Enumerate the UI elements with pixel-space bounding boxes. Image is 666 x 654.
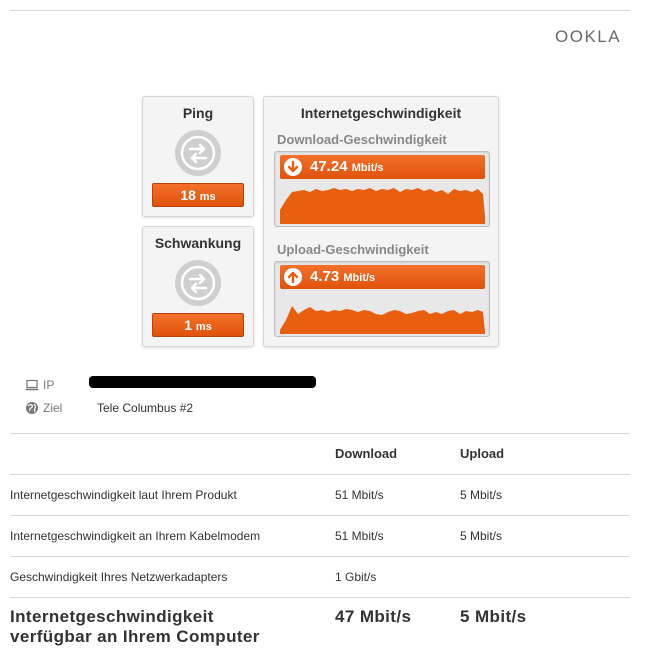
table-row-download: 51 Mbit/s [335, 488, 384, 502]
table-row-upload: 5 Mbit/s [460, 529, 503, 543]
summary-upload: 5 Mbit/s [460, 607, 527, 626]
upload-unit: Mbit/s [343, 272, 376, 284]
swap-arrows-icon [175, 260, 221, 306]
download-value: 47.24 [310, 158, 348, 175]
jitter-title: Schwankung [154, 235, 242, 251]
redacted-ip [89, 376, 316, 388]
summary-download: 47 Mbit/s [335, 607, 412, 626]
table-divider [10, 433, 630, 434]
ping-title: Ping [182, 105, 214, 121]
download-label: Download-Geschwindigkeit [277, 132, 447, 147]
download-arrow-icon [284, 158, 302, 176]
col-header-download: Download [335, 446, 398, 461]
table-row-label: Internetgeschwindigkeit laut Ihrem Produ… [10, 488, 237, 502]
summary-label-line1: Internetgeschwindigkeit [10, 607, 214, 626]
target-label: Ziel [43, 401, 63, 415]
upload-value: 4.73 [310, 268, 340, 285]
table-divider [10, 474, 630, 475]
ping-value-pill: 18 ms [152, 183, 244, 207]
table-row-download: 1 Gbit/s [335, 570, 377, 584]
laptop-icon [25, 379, 39, 391]
table-row-upload: 5 Mbit/s [460, 488, 503, 502]
globe-icon [25, 401, 39, 415]
ping-card: Ping 18 ms [142, 96, 254, 217]
target-value: Tele Columbus #2 [97, 401, 194, 415]
download-graph: 47.24 Mbit/s [274, 151, 490, 227]
jitter-value-pill: 1 ms [152, 313, 244, 337]
table-divider [10, 515, 630, 516]
upload-value-bar: 4.73 Mbit/s [280, 265, 485, 289]
ping-unit: ms [199, 191, 216, 203]
table-row-label: Geschwindigkeit Ihres Netzwerkadapters [10, 570, 228, 584]
upload-graph: 4.73 Mbit/s [274, 261, 490, 337]
table-row-download: 51 Mbit/s [335, 529, 384, 543]
jitter-card: Schwankung 1 ms [142, 226, 254, 347]
summary-label: Internetgeschwindigkeit verfügbar an Ihr… [10, 607, 260, 647]
table-divider [10, 556, 630, 557]
ip-row: IP [25, 378, 97, 392]
table-divider [10, 597, 630, 598]
speed-card: Internetgeschwindigkeit Download-Geschwi… [263, 96, 499, 347]
upload-arrow-icon [284, 268, 302, 286]
table-row-label: Internetgeschwindigkeit an Ihrem Kabelmo… [10, 529, 261, 543]
download-value-bar: 47.24 Mbit/s [280, 155, 485, 179]
ping-value: 18 [180, 187, 196, 203]
top-divider [10, 10, 630, 11]
col-header-upload: Upload [460, 446, 505, 461]
summary-label-line2: verfügbar an Ihrem Computer [10, 627, 260, 646]
jitter-value: 1 [184, 317, 192, 333]
ookla-logo: OOKLA [555, 27, 622, 46]
swap-arrows-icon [175, 130, 221, 176]
jitter-unit: ms [195, 321, 212, 333]
upload-chart [280, 306, 485, 334]
speed-title: Internetgeschwindigkeit [300, 105, 462, 121]
download-chart [280, 188, 485, 224]
target-row: Ziel Tele Columbus #2 [25, 401, 193, 415]
download-unit: Mbit/s [351, 162, 384, 174]
upload-label: Upload-Geschwindigkeit [277, 242, 429, 257]
